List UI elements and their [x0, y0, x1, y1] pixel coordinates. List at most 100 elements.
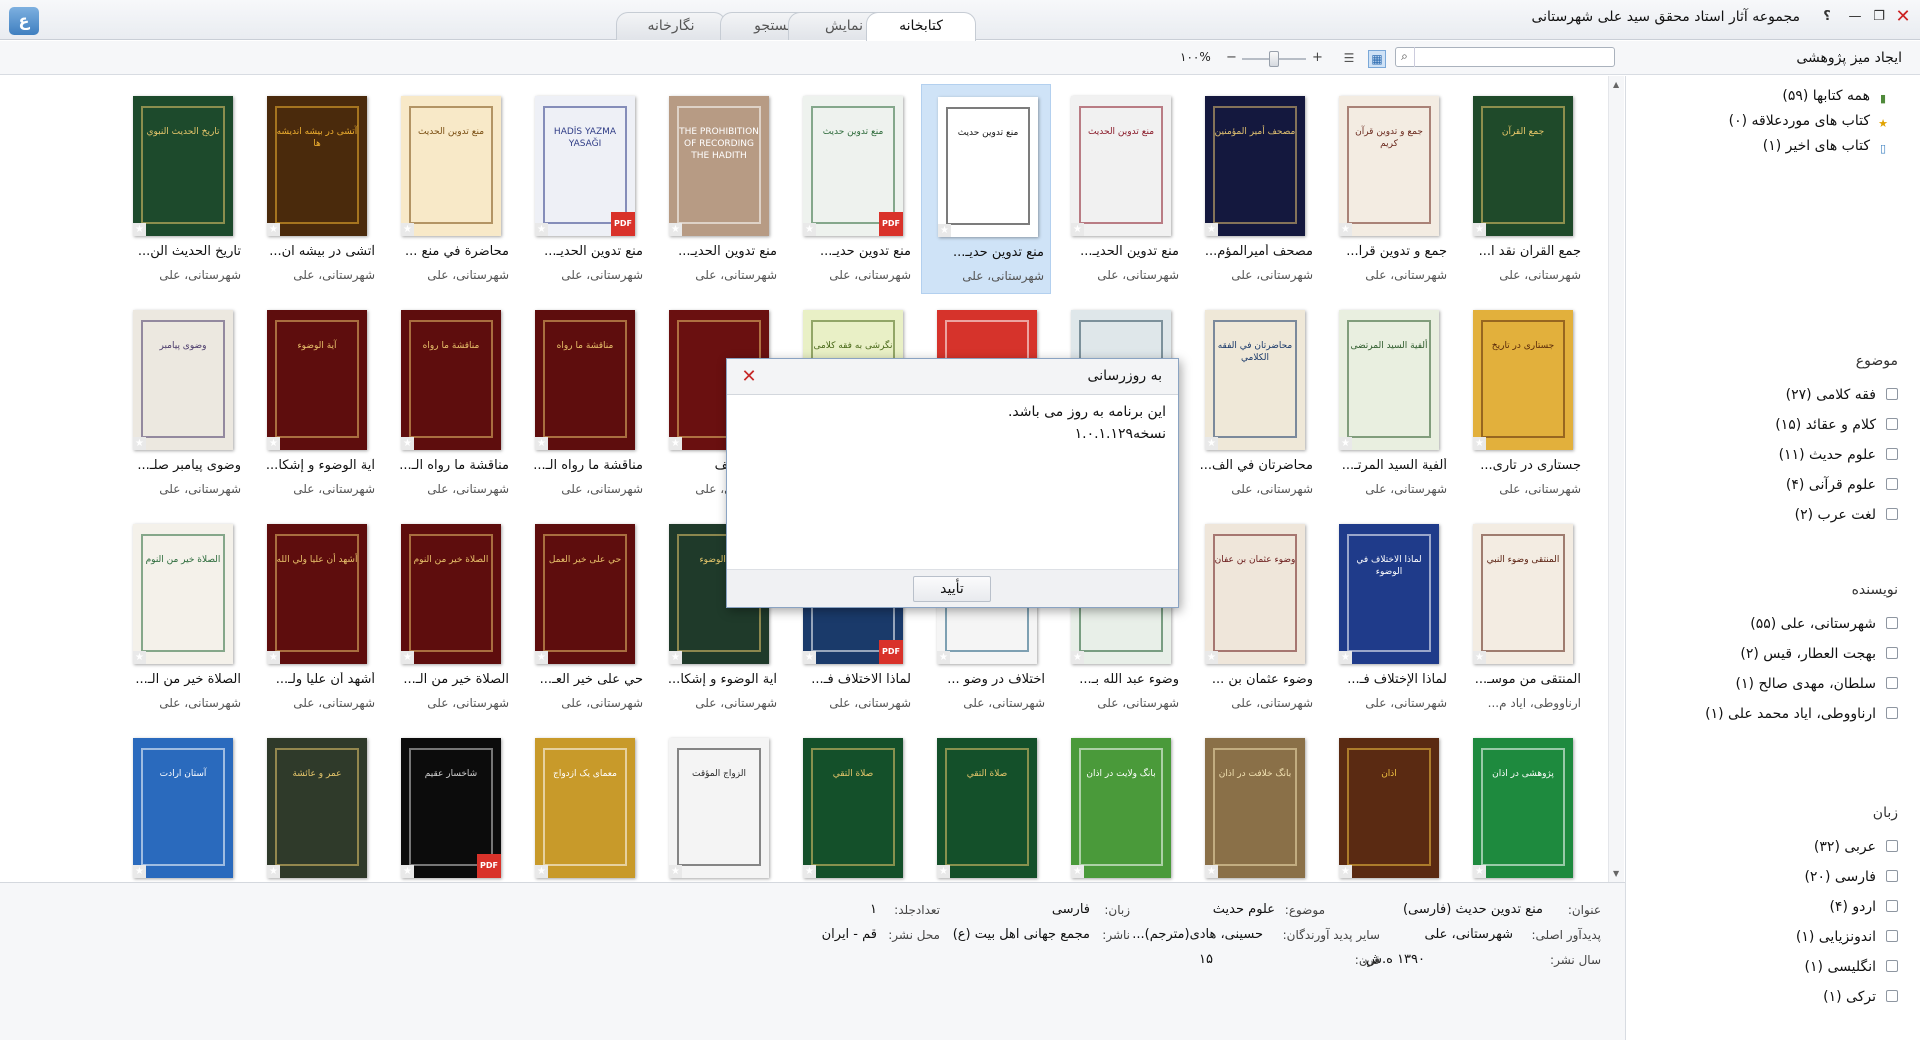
book-item[interactable]: بانگ ولایت در اذان ★	[1055, 726, 1185, 882]
facet-checkbox[interactable]	[1886, 508, 1898, 520]
book-cover[interactable]: معمای یک ازدواج	[535, 738, 635, 878]
book-item[interactable]: منع تدوین حدیث ★ منع تدوین حدیـ... شهرستانی…	[921, 84, 1051, 294]
grid-scrollbar[interactable]: ▲ ▼	[1608, 76, 1624, 882]
library-nav-item[interactable]: ▯ کتاب های اخیر (۱)	[1763, 138, 1890, 156]
book-cover[interactable]: جمع القرآن	[1473, 96, 1573, 236]
favorite-star-icon[interactable]: ★	[1205, 865, 1218, 878]
book-item[interactable]: ألفية السيد المرتضى ★ ألفية السيد المرتـ..…	[1323, 298, 1453, 508]
zoom-slider-thumb[interactable]	[1269, 51, 1279, 67]
book-cover[interactable]: صلاة التقي	[937, 738, 1037, 878]
favorite-star-icon[interactable]: ★	[535, 223, 548, 236]
book-item[interactable]: عمر و عائشة ★	[251, 726, 381, 882]
facet-checkbox[interactable]	[1886, 647, 1898, 659]
facet-checkbox[interactable]	[1886, 677, 1898, 689]
facet-option[interactable]: علوم قرآنی (۴)	[1786, 477, 1898, 493]
favorite-star-icon[interactable]: ★	[1339, 651, 1352, 664]
list-view-icon[interactable]: ☰	[1340, 50, 1358, 68]
book-cover[interactable]: ألفية السيد المرتضى	[1339, 310, 1439, 450]
book-item[interactable]: تاريخ الحديث النبوي ★ تاريخ الحديث الن... ش…	[117, 84, 247, 294]
book-cover[interactable]: THE PROHIBITION OF RECORDING THE HADITH	[669, 96, 769, 236]
facet-checkbox[interactable]	[1886, 388, 1898, 400]
favorite-star-icon[interactable]: ★	[669, 223, 682, 236]
favorite-star-icon[interactable]: ★	[267, 865, 280, 878]
favorite-star-icon[interactable]: ★	[401, 437, 414, 450]
book-item[interactable]: معمای یک ازدواج ★	[519, 726, 649, 882]
favorite-star-icon[interactable]: ★	[535, 437, 548, 450]
favorite-star-icon[interactable]: ★	[1473, 223, 1486, 236]
zoom-in-icon[interactable]: +	[1312, 50, 1323, 65]
facet-checkbox[interactable]	[1886, 840, 1898, 852]
tab-gallery[interactable]: نگارخانه	[616, 12, 726, 40]
favorite-star-icon[interactable]: ★	[937, 865, 950, 878]
book-item[interactable]: حي على خير العمل ★ حي على خير العـ... شهرست…	[519, 512, 649, 722]
book-item[interactable]: آستان ارادت ★	[117, 726, 247, 882]
book-cover[interactable]: مناقشة ما رواه	[401, 310, 501, 450]
favorite-star-icon[interactable]: ★	[1205, 651, 1218, 664]
book-item[interactable]: شاخسار عقیم ★ PDF	[385, 726, 515, 882]
favorite-star-icon[interactable]: ★	[669, 651, 682, 664]
favorite-star-icon[interactable]: ★	[938, 224, 951, 237]
book-cover[interactable]: بانگ ولایت در اذان	[1071, 738, 1171, 878]
facet-checkbox[interactable]	[1886, 990, 1898, 1002]
favorite-star-icon[interactable]: ★	[803, 223, 816, 236]
search-icon[interactable]: ⌕	[1395, 47, 1415, 67]
favorite-star-icon[interactable]: ★	[1473, 651, 1486, 664]
book-item[interactable]: پژوهشی در اذان ★	[1457, 726, 1587, 882]
favorite-star-icon[interactable]: ★	[803, 651, 816, 664]
favorite-star-icon[interactable]: ★	[1071, 223, 1084, 236]
book-cover[interactable]: مصحف أمير المؤمنين	[1205, 96, 1305, 236]
book-cover[interactable]: آتشی در بیشه اندیشه ها	[267, 96, 367, 236]
book-cover[interactable]: مناقشة ما رواه	[535, 310, 635, 450]
book-cover[interactable]: جمع و تدوین قرآن کریم	[1339, 96, 1439, 236]
book-item[interactable]: الزواج المؤقت ★	[653, 726, 783, 882]
favorite-star-icon[interactable]: ★	[133, 223, 146, 236]
book-item[interactable]: آية الوضوء ★ آية الوضوء و إشكا... شهرستانی،…	[251, 298, 381, 508]
facet-option[interactable]: اندونزیایی (۱)	[1796, 929, 1898, 945]
book-item[interactable]: اذان ★	[1323, 726, 1453, 882]
book-item[interactable]: وضوء عثمان بن عفان ★ وضوء عثمان بن ... شهرس…	[1189, 512, 1319, 722]
facet-checkbox[interactable]	[1886, 870, 1898, 882]
facet-option[interactable]: بهجت العطار، قیس (۲)	[1740, 646, 1898, 662]
book-item[interactable]: بانگ خلافت در اذان ★	[1189, 726, 1319, 882]
help-icon[interactable]: ؟	[1818, 8, 1836, 26]
book-cover[interactable]: المنتقى وضوء النبي	[1473, 524, 1573, 664]
book-item[interactable]: جستاری در تاریخ ★ جستاری در تاری... شهرستان…	[1457, 298, 1587, 508]
facet-option[interactable]: کلام و عقائد (۱۵)	[1775, 417, 1898, 433]
facet-option[interactable]: اردو (۴)	[1829, 899, 1898, 915]
facet-option[interactable]: ترکی (۱)	[1823, 989, 1898, 1005]
favorite-star-icon[interactable]: ★	[1205, 437, 1218, 450]
favorite-star-icon[interactable]: ★	[267, 437, 280, 450]
book-cover[interactable]: منع تدوين الحديث	[401, 96, 501, 236]
favorite-star-icon[interactable]: ★	[535, 651, 548, 664]
facet-checkbox[interactable]	[1886, 960, 1898, 972]
book-cover[interactable]: لماذا الاختلاف في الوضوء	[1339, 524, 1439, 664]
book-item[interactable]: منع تدوین حدیث ★ PDF منع تدوین حدیـ... شهرست…	[787, 84, 917, 294]
book-cover[interactable]: وضوی پیامبر	[133, 310, 233, 450]
library-nav-item[interactable]: ★ کتاب های موردعلاقه (۰)	[1729, 113, 1890, 131]
book-item[interactable]: منع تدوين الحديث ★ محاضرة في منع ... شهرستا…	[385, 84, 515, 294]
book-cover[interactable]: منع تدوین حدیث	[938, 97, 1038, 237]
book-item[interactable]: أشهد أن عليا ولي الله ★ أشهد أن عليا ولـ..…	[251, 512, 381, 722]
facet-checkbox[interactable]	[1886, 418, 1898, 430]
book-item[interactable]: صلاة التقي ★	[787, 726, 917, 882]
favorite-star-icon[interactable]: ★	[401, 651, 414, 664]
book-cover[interactable]: اذان	[1339, 738, 1439, 878]
search-input[interactable]	[1395, 47, 1615, 67]
book-item[interactable]: وضوی پیامبر ★ وضوی پیامبر صلـ... شهرستانی، …	[117, 298, 247, 508]
facet-checkbox[interactable]	[1886, 478, 1898, 490]
book-cover[interactable]: منع تدوين الحديث	[1071, 96, 1171, 236]
book-cover[interactable]: الزواج المؤقت	[669, 738, 769, 878]
book-item[interactable]: المنتقى وضوء النبي ★ المنتقى من موسـ... ارن…	[1457, 512, 1587, 722]
book-cover[interactable]: جستاری در تاریخ	[1473, 310, 1573, 450]
scroll-down-icon[interactable]: ▼	[1613, 869, 1619, 878]
book-item[interactable]: جمع و تدوین قرآن کریم ★ جمع و تدوین قرآ...…	[1323, 84, 1453, 294]
favorite-star-icon[interactable]: ★	[535, 865, 548, 878]
book-item[interactable]: HADİS YAZMA YASAĞI ★ PDF منع تدوين الحديـ..…	[519, 84, 649, 294]
favorite-star-icon[interactable]: ★	[803, 865, 816, 878]
favorite-star-icon[interactable]: ★	[401, 865, 414, 878]
book-cover[interactable]: آية الوضوء	[267, 310, 367, 450]
facet-option[interactable]: علوم حدیث (۱۱)	[1779, 447, 1898, 463]
favorite-star-icon[interactable]: ★	[669, 437, 682, 450]
favorite-star-icon[interactable]: ★	[401, 223, 414, 236]
book-item[interactable]: مناقشة ما رواه ★ مناقشة ما رواه الـ... شهرس…	[519, 298, 649, 508]
